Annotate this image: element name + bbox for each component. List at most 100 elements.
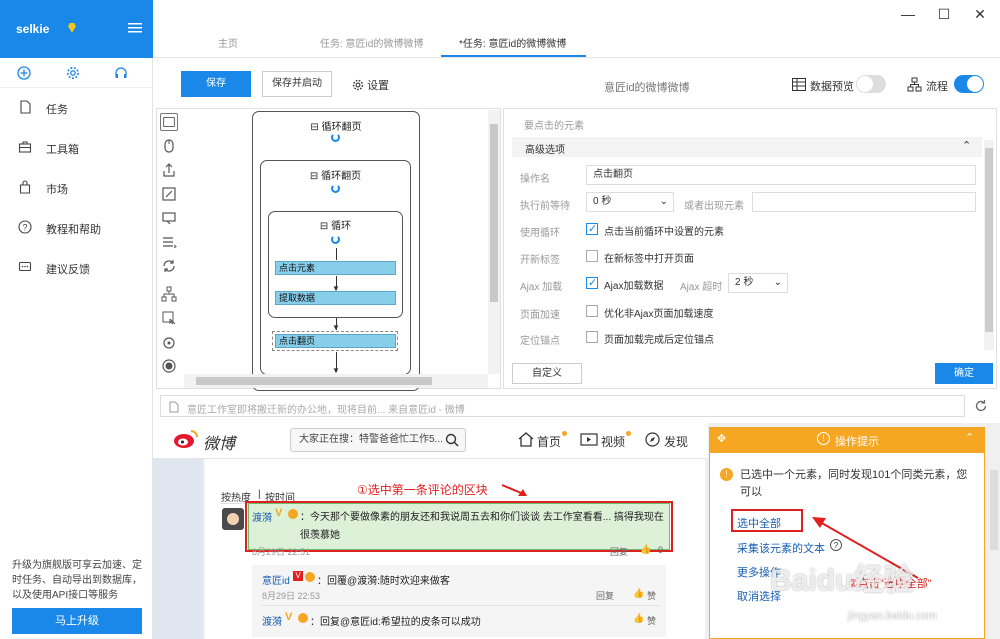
- advanced-options-header[interactable]: 高级选项 ⌃: [512, 137, 982, 157]
- headset-icon[interactable]: [114, 66, 128, 80]
- weibo-search-input[interactable]: 大家正在搜：特警爸爸忙工作5...: [290, 428, 466, 452]
- pointer-tool-icon[interactable]: [160, 309, 178, 327]
- sidebar-item-tasks[interactable]: 任务: [0, 88, 153, 128]
- ajax-label: Ajax 加载: [520, 282, 563, 293]
- close-button[interactable]: ✕: [970, 6, 990, 22]
- sidebar-item-feedback[interactable]: 建议反馈: [0, 248, 153, 288]
- reply-user[interactable]: 意匠id: [262, 572, 290, 587]
- scrollbar-thumb[interactable]: [985, 148, 993, 332]
- divider: [262, 605, 660, 606]
- like-label[interactable]: 赞: [647, 589, 656, 602]
- comment-user[interactable]: 渡漪: [252, 509, 272, 524]
- diamond-icon[interactable]: [66, 22, 78, 34]
- custom-button[interactable]: 自定义: [512, 363, 582, 384]
- reply-date: 8月29日 22:53: [262, 591, 321, 601]
- sidebar-item-help[interactable]: ? 教程和帮助: [0, 208, 153, 248]
- hamburger-menu-icon[interactable]: [128, 22, 142, 34]
- like-icon[interactable]: 👍: [640, 544, 651, 555]
- anchor-text: 页面加载完成后定位锚点: [604, 335, 714, 346]
- like-icon[interactable]: 👍: [633, 588, 644, 599]
- sidebar-item-label: 建议反馈: [46, 264, 90, 276]
- reply-link[interactable]: 回复: [610, 545, 628, 558]
- chevron-up-icon[interactable]: ⌃: [962, 139, 971, 152]
- reply-link[interactable]: 回复: [596, 589, 614, 602]
- maximize-button[interactable]: ☐: [934, 6, 954, 22]
- anchor-checkbox[interactable]: [586, 331, 598, 343]
- ok-button[interactable]: 确定: [935, 363, 993, 384]
- wait-value: 0 秒: [593, 196, 612, 207]
- avatar[interactable]: [222, 508, 244, 530]
- loop-tool-icon[interactable]: [160, 257, 178, 275]
- upgrade-button[interactable]: 马上升级: [12, 608, 142, 634]
- toolbox-icon: [18, 141, 32, 153]
- gear-icon: [352, 79, 364, 91]
- ajax-timeout-select[interactable]: 2 秒 ⌄: [728, 273, 788, 293]
- drag-move-icon[interactable]: ✥: [717, 432, 726, 445]
- save-and-run-button[interactable]: 保存并启动: [262, 71, 332, 97]
- like-label[interactable]: 赞: [647, 614, 656, 627]
- gear-icon[interactable]: [66, 66, 80, 80]
- scrollbar-thumb[interactable]: [490, 124, 498, 302]
- condition-tool-icon[interactable]: [160, 233, 178, 251]
- appear-element-input[interactable]: [752, 192, 976, 212]
- input-text-tool-icon[interactable]: [160, 185, 178, 203]
- loop-page-inner-title: ⊟ 循环翻页: [309, 171, 362, 182]
- sidebar-quick-icons: [0, 58, 153, 88]
- ajax-checkbox[interactable]: [586, 276, 598, 289]
- speed-text: 优化非Ajax页面加载速度: [604, 309, 714, 320]
- use-loop-checkbox[interactable]: [586, 222, 598, 235]
- data-preview-label: 数据预览: [810, 81, 854, 93]
- tab-task-active[interactable]: *任务: 意匠id的微博微博: [459, 35, 566, 50]
- loop-title: ⊟ 循环: [319, 221, 352, 232]
- speed-checkbox[interactable]: [586, 305, 598, 317]
- switch-dropdown-tool-icon[interactable]: [160, 209, 178, 227]
- save-button[interactable]: 保存: [181, 71, 251, 97]
- step-click-page[interactable]: 点击翻页: [275, 334, 396, 348]
- mouse-click-tool-icon[interactable]: [160, 137, 178, 155]
- like-count: 9: [658, 545, 664, 555]
- op-name-input[interactable]: 点击翻页: [586, 165, 976, 185]
- step-click-element[interactable]: 点击元素: [275, 261, 396, 275]
- nav-home[interactable]: 首页: [537, 433, 561, 450]
- flow-vertical-scrollbar[interactable]: [488, 110, 500, 374]
- ajax-timeout-label: Ajax 超时: [680, 282, 723, 293]
- data-preview-toggle[interactable]: [856, 75, 886, 93]
- refresh-icon[interactable]: [974, 399, 988, 413]
- reply-user[interactable]: 渡漪: [262, 613, 282, 628]
- tab-task[interactable]: 任务: 意匠id的微博微博: [320, 35, 423, 50]
- wait-select[interactable]: 0 秒 ⌄: [586, 192, 674, 212]
- config-scrollbar[interactable]: [984, 140, 994, 350]
- flow-horizontal-scrollbar[interactable]: [184, 374, 488, 388]
- minimize-button[interactable]: —: [898, 6, 918, 22]
- collapse-icon[interactable]: ⌃: [965, 431, 974, 444]
- stop-tool-icon[interactable]: [160, 357, 178, 375]
- url-bar[interactable]: 意匠工作室即将搬迁新的办公地，现将目前... 来自意匠id - 微博: [160, 395, 965, 417]
- tab-home[interactable]: 主页: [218, 35, 238, 50]
- flow-toggle[interactable]: [954, 75, 984, 93]
- hierarchy-tool-icon[interactable]: [160, 285, 178, 303]
- op-name-label: 操作名: [520, 174, 550, 185]
- step-extract-data[interactable]: 提取数据: [275, 291, 396, 305]
- nav-video[interactable]: 视频: [601, 433, 625, 450]
- add-circle-icon[interactable]: [17, 66, 31, 80]
- scrollbar-thumb[interactable]: [196, 377, 432, 385]
- discover-icon: [645, 432, 660, 447]
- select-all-link[interactable]: 选中全部: [737, 515, 781, 531]
- page-scrollbar[interactable]: [990, 470, 998, 550]
- open-page-tool-icon[interactable]: [160, 113, 178, 131]
- like-icon[interactable]: 👍: [633, 613, 644, 624]
- settings-button[interactable]: 设置: [352, 77, 389, 93]
- new-tab-checkbox[interactable]: [586, 250, 598, 262]
- sidebar-item-toolbox[interactable]: 工具箱: [0, 128, 153, 168]
- chevron-down-icon: ⌄: [659, 196, 668, 207]
- export-tool-icon[interactable]: [160, 161, 178, 179]
- target-tool-icon[interactable]: [160, 333, 178, 351]
- document-icon: [20, 100, 31, 114]
- search-icon[interactable]: [445, 433, 459, 447]
- notification-dot: [626, 431, 631, 436]
- hint-header[interactable]: ✥ ! 操作提示 ⌃: [709, 427, 985, 453]
- flow-label: 流程: [926, 81, 948, 93]
- level-badge-icon: [305, 572, 315, 582]
- nav-discover[interactable]: 发现: [664, 433, 688, 450]
- sidebar-item-market[interactable]: 市场: [0, 168, 153, 208]
